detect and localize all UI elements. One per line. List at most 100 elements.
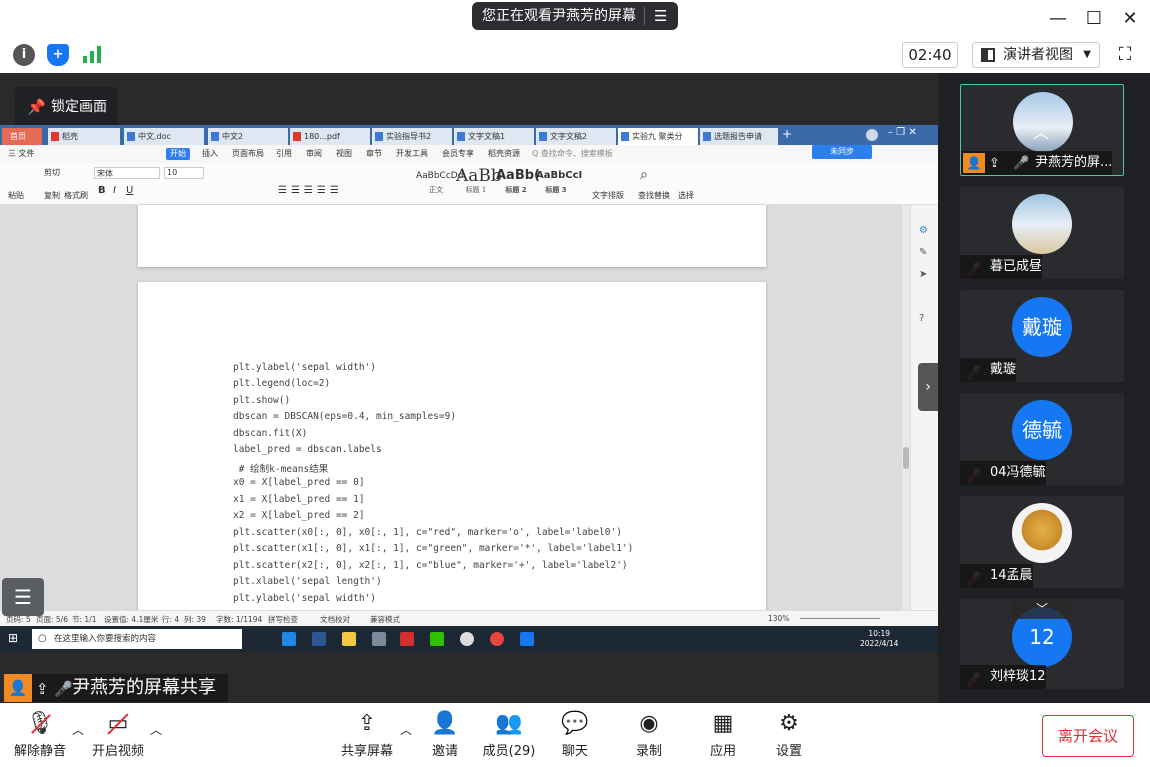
format-painter-button[interactable]: 格式刷 [64,190,88,201]
wps-tab[interactable]: 文字文稿2 [536,128,616,145]
lock-view-button[interactable]: 📌 锁定画面 [15,87,118,127]
menu-item[interactable]: 稻壳资源 [488,148,520,160]
menu-item[interactable]: 审阅 [306,148,322,160]
close-icon[interactable]: ✕ [1118,8,1142,30]
menu-item[interactable]: 页面布局 [232,148,264,160]
vertical-scrollbar[interactable] [902,205,910,610]
wps-tab[interactable]: 首页 [2,128,42,145]
proofread-toggle[interactable]: 文档校对 [320,614,350,625]
apps-button[interactable]: ▦ 应用 [700,711,746,763]
wps-tab[interactable]: 稻壳 [48,128,120,145]
paste-button[interactable]: 粘贴 [8,190,24,201]
share-banner[interactable]: 您正在观看尹燕芳的屏幕 ☰ [472,2,678,30]
fullscreen-icon[interactable]: ⛶ [1114,44,1136,66]
menu-item[interactable]: 会员专享 [442,148,474,160]
leave-meeting-button[interactable]: 离开会议 [1042,715,1134,757]
windows-start-icon[interactable]: ⊞ [8,631,18,645]
chat-button[interactable]: 💬 聊天 [552,711,598,763]
wps-tab[interactable]: 选题报告申请 [700,128,778,145]
chrome-icon[interactable] [490,632,504,646]
wps-tab-active[interactable]: 实验九 聚类分 [618,128,698,145]
start-video-button[interactable]: ▭ 开启视频 [88,711,148,763]
menu-item[interactable]: 三 文件 [8,148,35,160]
wps-tab[interactable]: 中文.doc [124,128,204,145]
wps-tab[interactable]: 中文2 [208,128,288,145]
menu-item[interactable]: 开发工具 [396,148,428,160]
record-button[interactable]: ◉ 录制 [626,711,672,763]
select-button[interactable]: 选择 [678,190,694,201]
taskbar-search[interactable]: ○ 在这里输入你要搜索的内容 [32,629,242,649]
add-tab-icon[interactable]: + [782,127,792,141]
find-replace-button[interactable]: 查找替换 [638,190,670,201]
zoom-slider[interactable] [800,618,880,619]
style-heading-3[interactable]: AaBbCcI 标题 3 [536,167,582,197]
cursor-icon[interactable]: ➤ [919,269,927,280]
cut-button[interactable]: 剪切 [44,167,60,178]
maximize-icon[interactable]: ☐ [1082,8,1106,30]
sync-status[interactable]: 未同步 [812,145,872,159]
menu-icon[interactable]: ☰ [654,2,667,30]
pen-icon[interactable]: ✎ [919,247,927,258]
wps-tab[interactable]: 180...pdf [290,128,370,145]
menu-item-active[interactable]: 开始 [166,148,190,160]
copy-button[interactable]: 复制 [44,190,60,201]
scrollbar-thumb[interactable] [903,447,909,469]
invite-button[interactable]: 👤 邀请 [422,711,468,763]
menu-item[interactable]: 视图 [336,148,352,160]
text-layout-button[interactable]: 文字排版 [592,190,624,201]
font-size-select[interactable]: 10 [164,167,204,179]
bold-icon[interactable]: B [98,185,106,196]
list-icon[interactable]: ☰ [2,578,44,616]
share-screen-button[interactable]: ⇪ 共享屏幕 [336,711,398,763]
tool-icon[interactable]: ⚙ [919,225,928,236]
participant-tile[interactable]: 12 ﹀ 🎤 刘梓琰12 [960,599,1124,689]
help-icon[interactable]: ? [919,313,924,324]
shield-icon[interactable]: + [47,44,69,66]
collapse-panel-handle[interactable]: › [918,363,938,411]
style-normal[interactable]: AaBbCcDd 正文 [416,167,463,197]
minimize-icon[interactable]: — [1046,8,1070,30]
menu-item[interactable]: 引用 [276,148,292,160]
participant-tile[interactable]: 戴璇 🎤 戴璇 [960,290,1124,382]
app-icon[interactable] [460,632,474,646]
participant-tile[interactable]: 🎤 暮已成昼 [960,187,1124,279]
chevron-down-icon[interactable]: ﹀ [1012,599,1072,619]
view-mode-dropdown[interactable]: 演讲者视图 ▼ [972,42,1100,68]
info-icon[interactable]: i [13,44,35,66]
chevron-up-icon[interactable]: ︿ [1033,119,1049,143]
signal-icon[interactable] [82,44,102,64]
italic-icon[interactable]: I [113,185,116,196]
chevron-up-icon[interactable]: ︿ [72,721,84,738]
alignment-icons[interactable]: ☰☰☰☰☰ [278,185,343,196]
underline-icon[interactable]: U [126,185,133,196]
style-heading-2[interactable]: AaBb(标题 2 [496,167,540,197]
members-button[interactable]: 👥 成员(29) [480,711,538,763]
font-select[interactable]: 宋体 [94,167,160,179]
participant-tile[interactable]: ︿ 尹燕芳的屏... 👤 ⇪ 🎤 [960,84,1124,176]
wps-tab[interactable]: 实验指导书2 [372,128,452,145]
app-icon[interactable] [312,632,326,646]
app-icon[interactable] [372,632,386,646]
chevron-up-icon[interactable]: ︿ [150,721,162,738]
zoom-level[interactable]: 130% [768,614,789,623]
menu-item[interactable]: 插入 [202,148,218,160]
window-controls-icon[interactable]: – ❐ ✕ [888,127,917,138]
participant-tile[interactable]: 德毓 🎤 04冯德毓 [960,393,1124,485]
document-page[interactable]: plt.ylabel('sepal width') plt.legend(loc… [138,282,766,619]
menu-item[interactable]: 章节 [366,148,382,160]
command-search[interactable]: Q 查找命令、搜索模板 [532,148,613,160]
chevron-up-icon[interactable]: ︿ [400,721,412,738]
wps-icon[interactable] [400,632,414,646]
meeting-app-icon[interactable] [520,632,534,646]
spell-check-toggle[interactable]: 拼写检查 [268,614,298,625]
wps-tab[interactable]: 文字文稿1 [454,128,534,145]
wechat-icon[interactable] [430,632,444,646]
unmute-button[interactable]: 🎙 解除静音 [10,711,70,763]
settings-button[interactable]: ⚙ 设置 [766,711,812,763]
taskbar-clock[interactable]: 10:19 2022/4/14 [860,629,898,649]
participant-tile[interactable]: 🎤 14孟晨 [960,496,1124,588]
edge-icon[interactable] [282,632,296,646]
style-heading-1[interactable]: AaBb 标题 1 [456,167,502,197]
folder-icon[interactable] [342,632,356,646]
user-avatar-icon[interactable] [866,129,878,141]
